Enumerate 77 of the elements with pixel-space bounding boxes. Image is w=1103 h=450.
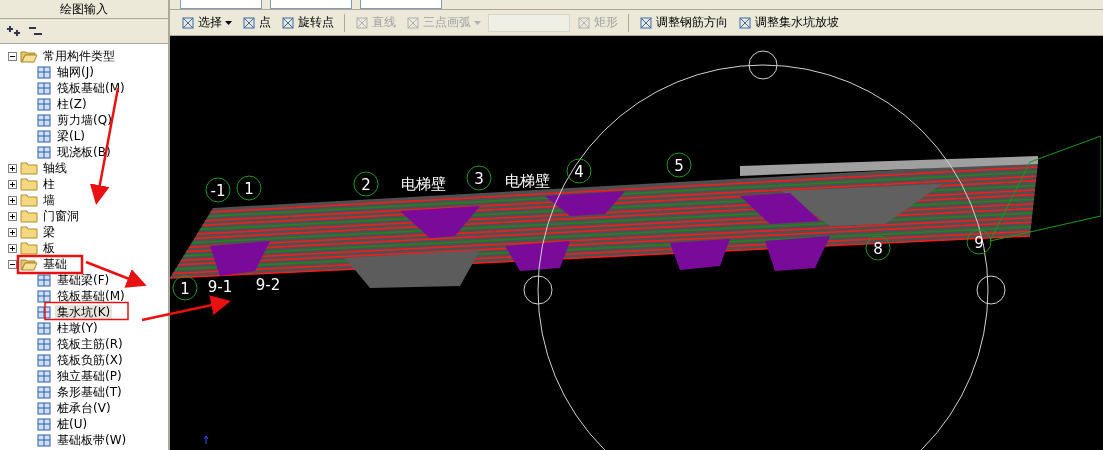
expand-icon[interactable] [8,195,17,205]
tree-folder[interactable]: 常用构件类型 [41,48,117,64]
component-icon [36,368,52,384]
tree-item[interactable]: 筏板主筋(R) [55,336,125,352]
tree-item[interactable]: 轴网(J) [55,64,96,80]
tree-item[interactable]: 筏板基础(M) [55,80,127,96]
component-icon [36,96,52,112]
tree-folder[interactable]: 基础 [41,256,69,272]
tree-folder[interactable]: 板 [41,240,57,256]
folder-icon [20,225,38,239]
tree-item[interactable]: 集水坑(K) [55,304,113,320]
folder-icon [20,161,38,175]
caret-icon [474,20,481,25]
component-icon [36,400,52,416]
tree-item[interactable]: 筏板基础(M) [55,288,127,304]
tree-item[interactable]: 桩(U) [55,416,90,432]
folder-icon [20,209,38,223]
component-icon [36,272,52,288]
toolbar-button[interactable]: 调整集水坑放坡 [735,12,842,33]
component-icon [36,288,52,304]
tree-item[interactable]: 梁(L) [55,128,88,144]
component-icon [36,64,52,80]
component-icon [36,112,52,128]
toolbar-button[interactable]: 选择 [178,12,235,33]
component-icon [36,352,52,368]
component-icon [36,304,52,320]
tree-item[interactable]: 条形基础(T) [55,384,124,400]
toolbar-button[interactable]: 点 [239,12,274,33]
tool-icon [281,15,295,30]
expand-icon[interactable] [8,163,17,173]
component-icon [36,128,52,144]
folder-icon [20,257,38,271]
tree-item[interactable]: 柱墩(Y) [55,320,100,336]
tool-icon [639,15,653,30]
expand-all-icon[interactable] [6,25,22,37]
expand-icon[interactable] [8,179,17,189]
tool-icon [738,15,752,30]
component-icon [36,432,52,448]
expand-icon[interactable] [8,227,17,237]
toolbar-button[interactable]: 旋转点 [278,12,337,33]
tree-item[interactable]: 剪力墙(Q) [55,112,114,128]
panel-title: 绘图输入 [0,0,168,19]
axis-icon [203,435,209,445]
tool-icon [406,15,420,30]
folder-icon [20,49,38,63]
highlight-box [16,254,84,275]
collapse-icon[interactable] [8,51,17,61]
tree-item[interactable]: 筏板负筋(X) [55,352,125,368]
tool-icon [355,15,369,30]
component-icon [36,80,52,96]
collapse-all-icon[interactable] [28,25,44,37]
component-icon [36,384,52,400]
expand-icon[interactable] [8,211,17,221]
expand-icon[interactable] [8,243,17,253]
toolbar-button[interactable]: 调整钢筋方向 [636,12,731,33]
tree-folder[interactable]: 梁 [41,224,57,240]
tree-folder[interactable]: 轴线 [41,160,69,176]
tree-item[interactable]: 基础板带(W) [55,432,129,448]
component-icon [36,416,52,432]
tool-icon [181,15,195,30]
tree-folder[interactable]: 门窗洞 [41,208,81,224]
tool-icon [242,15,256,30]
tree-item[interactable]: 独立基础(P) [55,368,124,384]
collapse-icon[interactable] [8,259,17,269]
tree-item[interactable]: 桩承台(V) [55,400,113,416]
tree-folder[interactable]: 柱 [41,176,57,192]
component-icon [36,144,52,160]
folder-icon [20,241,38,255]
component-icon [36,336,52,352]
folder-icon [20,177,38,191]
component-icon [36,320,52,336]
tree-folder[interactable]: 墙 [41,192,57,208]
caret-icon [225,20,232,25]
tree-item[interactable]: 基础梁(F) [55,272,112,288]
tree-item[interactable]: 柱(Z) [55,96,89,112]
folder-icon [20,193,38,207]
tool-icon [577,15,591,30]
